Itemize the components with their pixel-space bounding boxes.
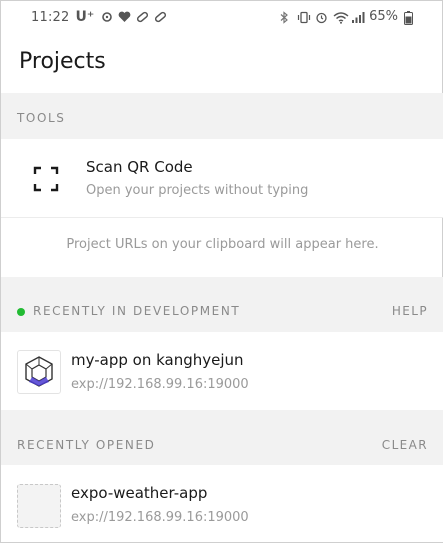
help-button[interactable]: HELP bbox=[392, 304, 428, 318]
opened-section-header: RECENTLY OPENED CLEAR bbox=[1, 410, 443, 465]
project-row-my-app[interactable]: my-app on kanghyejun exp://192.168.99.16… bbox=[1, 332, 443, 410]
divider bbox=[1, 217, 443, 218]
qr-scan-icon bbox=[33, 166, 59, 192]
clipboard-hint: Project URLs on your clipboard will appe… bbox=[66, 237, 379, 252]
tools-section-header: TOOLS bbox=[1, 93, 443, 139]
project-name: expo-weather-app bbox=[71, 484, 208, 502]
heart-icon bbox=[118, 11, 131, 23]
project-thumbnail bbox=[17, 350, 61, 394]
vibrate-icon bbox=[297, 11, 311, 23]
tools-section-label: TOOLS bbox=[17, 111, 66, 125]
project-thumbnail-placeholder bbox=[17, 484, 61, 528]
project-name: my-app on kanghyejun bbox=[71, 351, 244, 369]
app-frame: 11:22 U⁺ 65% Projects TOOLS Scan QR Code… bbox=[0, 0, 443, 543]
alarm-icon bbox=[315, 11, 327, 23]
battery-icon bbox=[404, 10, 416, 25]
signal-icon bbox=[351, 11, 365, 23]
status-bar: 11:22 U⁺ 65% bbox=[1, 1, 443, 33]
live-status-dot bbox=[17, 307, 25, 316]
capsule-icon bbox=[136, 11, 149, 23]
development-section-header: RECENTLY IN DEVELOPMENT HELP bbox=[1, 277, 443, 332]
battery-percent: 65% bbox=[369, 9, 398, 24]
development-section-label: RECENTLY IN DEVELOPMENT bbox=[17, 304, 240, 318]
development-section-text: RECENTLY IN DEVELOPMENT bbox=[33, 304, 241, 318]
project-row-expo-weather-app[interactable]: expo-weather-app exp://192.168.99.16:190… bbox=[1, 465, 443, 542]
carrier-icon: U⁺ bbox=[75, 9, 95, 25]
page-title: Projects bbox=[19, 49, 106, 74]
project-url: exp://192.168.99.16:19000 bbox=[71, 510, 249, 525]
clear-button[interactable]: CLEAR bbox=[382, 438, 428, 452]
scan-qr-row[interactable]: Scan QR Code Open your projects without … bbox=[1, 139, 443, 217]
capsule-icon bbox=[154, 11, 167, 23]
project-url: exp://192.168.99.16:19000 bbox=[71, 377, 249, 392]
opened-section-label: RECENTLY OPENED bbox=[17, 438, 156, 452]
bluetooth-icon bbox=[279, 10, 291, 24]
app-notification-icon bbox=[100, 11, 113, 23]
status-left: 11:22 U⁺ bbox=[31, 9, 167, 25]
scan-qr-title: Scan QR Code bbox=[86, 158, 193, 176]
status-time: 11:22 bbox=[31, 9, 70, 25]
scan-qr-subtitle: Open your projects without typing bbox=[86, 183, 309, 198]
wifi-icon bbox=[333, 11, 349, 24]
status-right: 65% bbox=[279, 9, 416, 25]
